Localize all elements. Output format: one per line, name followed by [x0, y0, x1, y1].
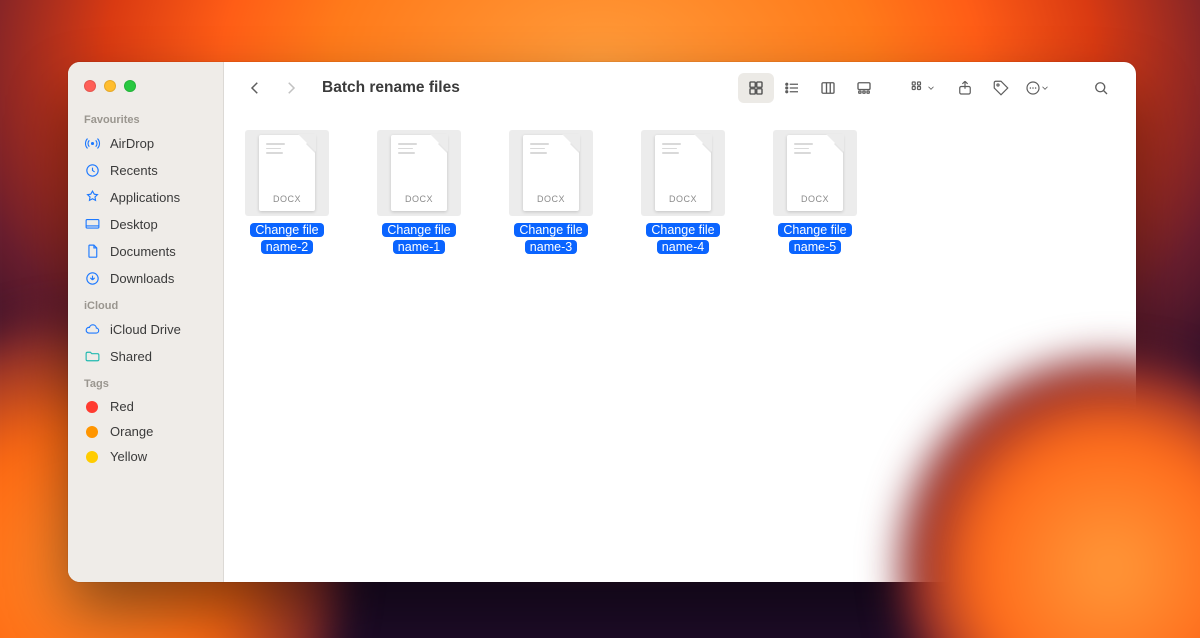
- sidebar-section-tags-header: Tags: [68, 370, 223, 394]
- sidebar-item-label: Yellow: [110, 449, 147, 464]
- sidebar-item-icloud-drive[interactable]: iCloud Drive: [68, 316, 223, 343]
- sidebar-tag-orange[interactable]: Orange: [68, 419, 223, 444]
- main-pane: Batch rename files: [224, 62, 1136, 582]
- file-item[interactable]: DOCX Change file name-5: [772, 130, 858, 256]
- view-column-button[interactable]: [810, 73, 846, 103]
- share-button[interactable]: [948, 73, 982, 103]
- file-name-label: Change file name-2: [244, 222, 330, 256]
- sidebar-item-label: Applications: [110, 190, 180, 205]
- airdrop-icon: [84, 135, 101, 152]
- documents-icon: [84, 243, 101, 260]
- file-name-label: Change file name-1: [376, 222, 462, 256]
- file-ext-badge: DOCX: [259, 194, 315, 204]
- tag-dot-icon: [86, 426, 98, 438]
- view-gallery-button[interactable]: [846, 73, 882, 103]
- file-ext-badge: DOCX: [655, 194, 711, 204]
- nav-arrows: [238, 73, 308, 103]
- file-item[interactable]: DOCX Change file name-1: [376, 130, 462, 256]
- toolbar-group-arrange: [906, 73, 1054, 103]
- sidebar-item-label: iCloud Drive: [110, 322, 181, 337]
- cloud-icon: [84, 321, 101, 338]
- file-name-label: Change file name-3: [508, 222, 594, 256]
- file-ext-badge: DOCX: [391, 194, 447, 204]
- shared-folder-icon: [84, 348, 101, 365]
- file-thumbnail: DOCX: [377, 130, 461, 216]
- sidebar-section-favourites-header: Favourites: [68, 106, 223, 130]
- sidebar-item-recents[interactable]: Recents: [68, 157, 223, 184]
- file-item[interactable]: DOCX Change file name-3: [508, 130, 594, 256]
- search-button[interactable]: [1084, 73, 1118, 103]
- tag-dot-icon: [86, 401, 98, 413]
- sidebar: Favourites AirDrop Recents Applications …: [68, 62, 224, 582]
- sidebar-item-label: Downloads: [110, 271, 174, 286]
- back-button[interactable]: [238, 73, 272, 103]
- sidebar-item-label: Shared: [110, 349, 152, 364]
- zoom-window-button[interactable]: [124, 80, 136, 92]
- minimize-window-button[interactable]: [104, 80, 116, 92]
- file-grid[interactable]: DOCX Change file name-2 DOCX Change file…: [224, 114, 1136, 582]
- downloads-icon: [84, 270, 101, 287]
- window-title: Batch rename files: [322, 79, 460, 97]
- sidebar-item-label: Orange: [110, 424, 153, 439]
- sidebar-item-label: Documents: [110, 244, 176, 259]
- desktop-icon: [84, 216, 101, 233]
- tag-dot-icon: [86, 451, 98, 463]
- file-item[interactable]: DOCX Change file name-2: [244, 130, 330, 256]
- close-window-button[interactable]: [84, 80, 96, 92]
- group-by-button[interactable]: [906, 73, 940, 103]
- more-actions-button[interactable]: [1020, 73, 1054, 103]
- forward-button[interactable]: [274, 73, 308, 103]
- sidebar-item-downloads[interactable]: Downloads: [68, 265, 223, 292]
- sidebar-item-shared[interactable]: Shared: [68, 343, 223, 370]
- sidebar-tag-red[interactable]: Red: [68, 394, 223, 419]
- edit-tags-button[interactable]: [984, 73, 1018, 103]
- sidebar-item-desktop[interactable]: Desktop: [68, 211, 223, 238]
- sidebar-item-label: Red: [110, 399, 134, 414]
- sidebar-item-label: Desktop: [110, 217, 158, 232]
- sidebar-item-label: AirDrop: [110, 136, 154, 151]
- file-name-label: Change file name-4: [640, 222, 726, 256]
- window-controls: [68, 74, 223, 106]
- view-list-button[interactable]: [774, 73, 810, 103]
- sidebar-item-applications[interactable]: Applications: [68, 184, 223, 211]
- toolbar: Batch rename files: [224, 62, 1136, 114]
- file-name-label: Change file name-5: [772, 222, 858, 256]
- view-icon-button[interactable]: [738, 73, 774, 103]
- clock-icon: [84, 162, 101, 179]
- file-thumbnail: DOCX: [509, 130, 593, 216]
- view-switcher: [736, 71, 884, 105]
- sidebar-section-icloud-header: iCloud: [68, 292, 223, 316]
- file-thumbnail: DOCX: [641, 130, 725, 216]
- sidebar-tag-yellow[interactable]: Yellow: [68, 444, 223, 469]
- file-ext-badge: DOCX: [787, 194, 843, 204]
- file-item[interactable]: DOCX Change file name-4: [640, 130, 726, 256]
- file-ext-badge: DOCX: [523, 194, 579, 204]
- sidebar-item-label: Recents: [110, 163, 158, 178]
- sidebar-item-airdrop[interactable]: AirDrop: [68, 130, 223, 157]
- finder-window: Favourites AirDrop Recents Applications …: [68, 62, 1136, 582]
- sidebar-item-documents[interactable]: Documents: [68, 238, 223, 265]
- file-thumbnail: DOCX: [245, 130, 329, 216]
- file-thumbnail: DOCX: [773, 130, 857, 216]
- applications-icon: [84, 189, 101, 206]
